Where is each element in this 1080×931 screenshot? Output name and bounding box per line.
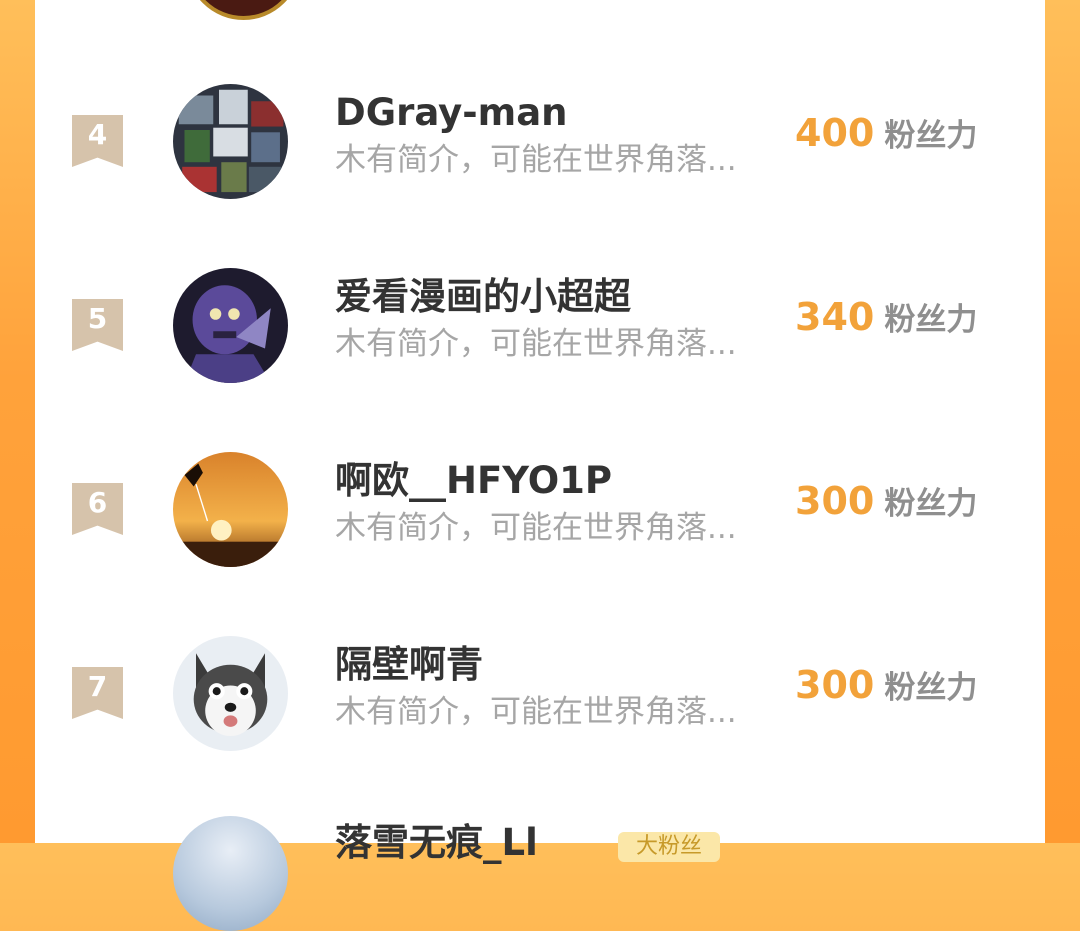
rank-badge-icon: 5 (72, 299, 123, 351)
fan-power-unit: 粉丝力 (884, 302, 978, 338)
ranking-row[interactable]: 5 爱看漫画的小超超 木有简介，可能在世界角落... 340 粉丝力 (35, 262, 1045, 446)
user-name[interactable]: 隔壁啊青 (335, 640, 483, 690)
avatar-image (173, 636, 288, 751)
avatar-image (173, 84, 288, 199)
user-name[interactable]: DGray-man (335, 88, 568, 138)
rank-number: 7 (87, 670, 108, 703)
rank-badge-icon: 7 (72, 667, 123, 719)
purple-anime-character-avatar[interactable] (173, 268, 288, 383)
fan-power-unit: 粉丝力 (884, 486, 978, 522)
fan-power-value: 400 (795, 111, 875, 155)
user-description: 木有简介，可能在世界角落... (335, 510, 737, 546)
fan-power: 300 粉丝力 (795, 662, 977, 707)
user-description: 木有简介，可能在世界角落... (335, 326, 737, 362)
fan-power-unit: 粉丝力 (884, 670, 978, 706)
fan-power-unit: 粉丝力 (884, 118, 978, 154)
fan-tag-badge: 大粉丝 (618, 832, 720, 862)
avatar-partial-top[interactable] (186, 0, 301, 20)
rank-number: 6 (87, 486, 108, 519)
avatar-partial-bottom[interactable] (173, 816, 288, 931)
rank-badge-icon: 6 (72, 483, 123, 535)
user-description: 木有简介，可能在世界角落... (335, 694, 737, 730)
user-name[interactable]: 爱看漫画的小超超 (335, 272, 631, 322)
fan-power-value: 300 (795, 479, 875, 523)
fan-power: 300 粉丝力 (795, 478, 977, 523)
sunset-climber-avatar[interactable] (173, 452, 288, 567)
avatar-image (173, 452, 288, 567)
fan-power: 340 粉丝力 (795, 294, 977, 339)
ranking-row[interactable]: 6 啊欧__HFYO1P 木有简介，可能在世界角落... 300 粉丝力 (35, 446, 1045, 630)
user-name[interactable]: 啊欧__HFYO1P (335, 456, 612, 506)
fan-power: 400 粉丝力 (795, 110, 977, 155)
ranking-row[interactable]: 4 DGray-man 木有简介，可能在世界角落... 400 粉丝力 (35, 78, 1045, 262)
rank-number: 4 (87, 118, 108, 151)
husky-dog-avatar[interactable] (173, 636, 288, 751)
avatar-image (173, 268, 288, 383)
fan-power-value: 340 (795, 295, 875, 339)
rank-number: 5 (87, 302, 108, 335)
robot-collage-avatar[interactable] (173, 84, 288, 199)
ranking-panel: 4 DGray-man 木有简介，可能在世界角落... 400 粉丝力 5 爱看… (35, 0, 1045, 931)
ranking-row[interactable]: 7 隔壁啊青 木有简介，可能在世界角落... 300 粉丝力 (35, 630, 1045, 814)
rank-badge-icon: 4 (72, 115, 123, 167)
user-name-partial[interactable]: 落雪无痕_Ll (335, 818, 538, 868)
fan-power-value: 300 (795, 663, 875, 707)
user-description: 木有简介，可能在世界角落... (335, 142, 737, 178)
